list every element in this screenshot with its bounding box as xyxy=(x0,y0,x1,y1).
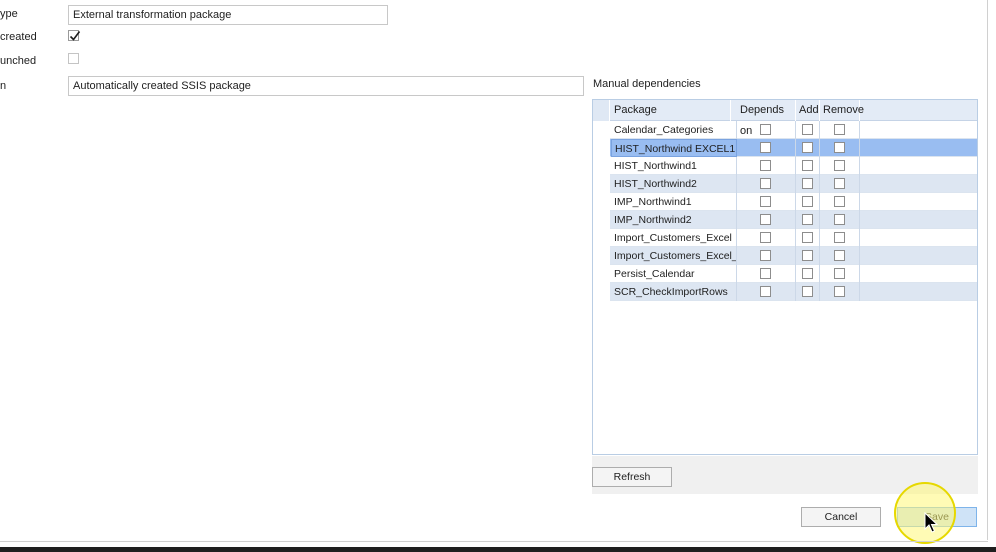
add-checkbox[interactable] xyxy=(802,142,813,153)
checkmark-icon xyxy=(69,31,81,41)
add-checkbox[interactable] xyxy=(802,178,813,189)
package-name-cell[interactable]: HIST_Northwind1 xyxy=(611,157,737,175)
add-checkbox[interactable] xyxy=(802,268,813,279)
window-bottom-border xyxy=(0,541,988,542)
remove-checkbox[interactable] xyxy=(834,160,845,171)
description-field[interactable]: Automatically created SSIS package xyxy=(68,76,584,96)
add-checkbox[interactable] xyxy=(802,196,813,207)
remove-checkbox[interactable] xyxy=(834,286,845,297)
package-name-cell[interactable]: Persist_Calendar xyxy=(611,265,737,283)
row-header[interactable] xyxy=(593,121,610,139)
table-row[interactable]: Calendar_Categories xyxy=(593,121,977,139)
package-name-cell[interactable]: IMP_Northwind2 xyxy=(611,211,737,229)
package-name-cell[interactable]: Import_Customers_Excel_020 xyxy=(611,247,737,265)
depends-on-checkbox[interactable] xyxy=(760,250,771,261)
launched-checkbox[interactable] xyxy=(68,53,79,64)
refresh-button[interactable]: Refresh xyxy=(592,467,672,487)
package-name-cell[interactable]: Calendar_Categories xyxy=(611,121,737,139)
taskbar-edge xyxy=(0,547,996,552)
depends-on-checkbox[interactable] xyxy=(760,214,771,225)
table-row[interactable]: Import_Customers_Excel_020 xyxy=(593,247,977,265)
remove-checkbox[interactable] xyxy=(834,142,845,153)
remove-checkbox[interactable] xyxy=(834,232,845,243)
table-row[interactable]: HIST_Northwind1 xyxy=(593,157,977,175)
package-name-cell[interactable]: HIST_Northwind2 xyxy=(611,175,737,193)
window-right-border xyxy=(987,0,988,540)
table-row[interactable]: IMP_Northwind2 xyxy=(593,211,977,229)
add-checkbox[interactable] xyxy=(802,160,813,171)
table-row[interactable]: Import_Customers_Excel xyxy=(593,229,977,247)
row-header[interactable] xyxy=(593,229,610,247)
remove-checkbox[interactable] xyxy=(834,214,845,225)
package-name-cell[interactable]: SCR_CheckImportRows xyxy=(611,283,737,301)
manual-dependencies-title: Manual dependencies xyxy=(593,78,701,90)
package-name-cell[interactable]: HIST_Northwind EXCEL1 xyxy=(611,139,737,157)
column-header-add[interactable]: Add xyxy=(796,100,820,121)
description-label: n xyxy=(0,80,7,92)
grid-header: Package Depends on Add Remove xyxy=(593,100,977,137)
column-header-package[interactable]: Package xyxy=(611,100,731,121)
type-label: ype xyxy=(0,8,18,20)
column-header-depends-on[interactable]: Depends on xyxy=(737,100,796,137)
type-field[interactable]: External transformation package xyxy=(68,5,388,25)
depends-on-checkbox[interactable] xyxy=(760,196,771,207)
table-row[interactable]: HIST_Northwind EXCEL1 xyxy=(593,139,977,157)
add-checkbox[interactable] xyxy=(802,232,813,243)
depends-on-checkbox[interactable] xyxy=(760,286,771,297)
remove-checkbox[interactable] xyxy=(834,196,845,207)
remove-checkbox[interactable] xyxy=(834,250,845,261)
column-header-remove[interactable]: Remove xyxy=(820,100,864,121)
depends-on-checkbox[interactable] xyxy=(760,268,771,279)
created-label: created xyxy=(0,31,37,43)
mouse-pointer-icon xyxy=(924,512,938,533)
depends-on-checkbox[interactable] xyxy=(760,142,771,153)
row-header[interactable] xyxy=(593,247,610,265)
grid-corner xyxy=(593,100,610,121)
remove-checkbox[interactable] xyxy=(834,178,845,189)
depends-on-checkbox[interactable] xyxy=(760,124,771,135)
package-name-cell[interactable]: Import_Customers_Excel xyxy=(611,229,737,247)
row-header[interactable] xyxy=(593,265,610,283)
depends-on-checkbox[interactable] xyxy=(760,232,771,243)
row-header[interactable] xyxy=(593,175,610,193)
dependencies-grid: Package Depends on Add Remove Calendar_C… xyxy=(592,99,978,455)
remove-checkbox[interactable] xyxy=(834,124,845,135)
add-checkbox[interactable] xyxy=(802,250,813,261)
depends-on-checkbox[interactable] xyxy=(760,178,771,189)
package-name-cell[interactable]: IMP_Northwind1 xyxy=(611,193,737,211)
add-checkbox[interactable] xyxy=(802,214,813,225)
created-checkbox[interactable] xyxy=(68,30,81,41)
row-header[interactable] xyxy=(593,193,610,211)
row-header[interactable] xyxy=(593,283,610,301)
row-header[interactable] xyxy=(593,157,610,175)
depends-on-checkbox[interactable] xyxy=(760,160,771,171)
table-row[interactable]: HIST_Northwind2 xyxy=(593,175,977,193)
row-header[interactable] xyxy=(593,139,610,157)
add-checkbox[interactable] xyxy=(802,124,813,135)
remove-checkbox[interactable] xyxy=(834,268,845,279)
row-header[interactable] xyxy=(593,211,610,229)
table-row[interactable]: Persist_Calendar xyxy=(593,265,977,283)
add-checkbox[interactable] xyxy=(802,286,813,297)
table-row[interactable]: IMP_Northwind1 xyxy=(593,193,977,211)
launched-label: unched xyxy=(0,55,37,67)
cancel-button[interactable]: Cancel xyxy=(801,507,881,527)
table-row[interactable]: SCR_CheckImportRows xyxy=(593,283,977,301)
